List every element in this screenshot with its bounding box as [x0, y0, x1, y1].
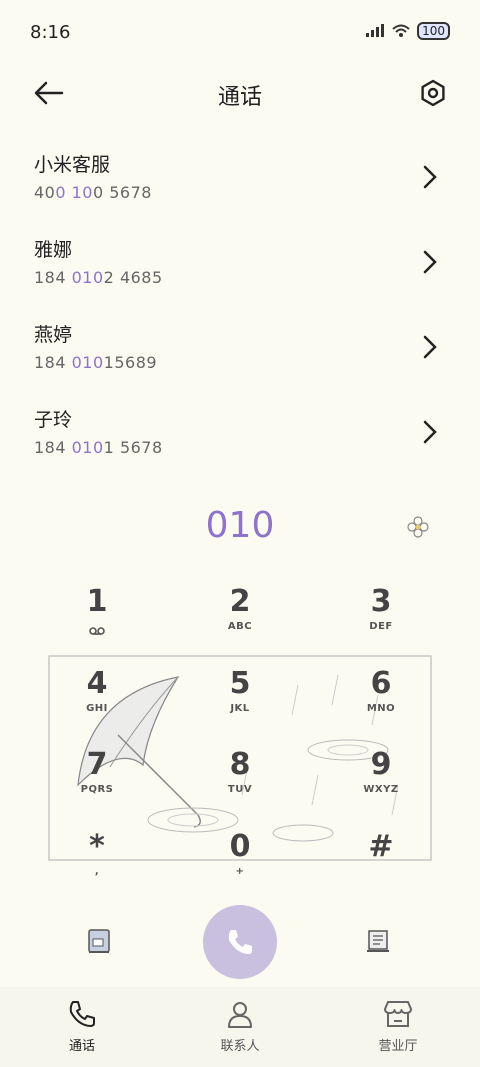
person-icon [228, 1002, 252, 1028]
contact-name: 雅娜 [34, 239, 73, 261]
contact-number: 184 0102 4685 [34, 268, 163, 287]
key-9[interactable]: 9 WXYZ [308, 746, 454, 826]
contact-item[interactable]: 子玲 184 0101 5678 [0, 393, 480, 478]
phone-icon [228, 930, 252, 954]
key-hash[interactable]: # [308, 828, 454, 908]
key-2[interactable]: 2 ABC [167, 583, 313, 663]
chevron-right-icon[interactable] [422, 419, 438, 445]
chevron-right-icon[interactable] [422, 249, 438, 275]
contact-item[interactable]: 燕婷 184 01015689 [0, 308, 480, 393]
settings-icon[interactable] [418, 78, 448, 108]
contact-number: 400 100 5678 [34, 183, 152, 202]
call-button[interactable] [203, 905, 277, 979]
signal-icon [366, 24, 385, 37]
header: 通话 [0, 64, 480, 124]
key-3[interactable]: 3 DEF [308, 583, 454, 663]
battery-indicator: 100 [417, 22, 450, 40]
key-6[interactable]: 6 MNO [308, 665, 454, 745]
bottom-tab-bar: 通话 联系人 营业厅 [0, 987, 480, 1067]
contact-number: 184 0101 5678 [34, 438, 163, 457]
contact-suggestion-list: 小米客服 400 100 5678 雅娜 184 0102 4685 燕婷 18… [0, 138, 480, 478]
store-icon [384, 1001, 412, 1027]
chevron-right-icon[interactable] [422, 334, 438, 360]
contact-item[interactable]: 雅娜 184 0102 4685 [0, 223, 480, 308]
contact-name: 小米客服 [34, 154, 111, 176]
key-7[interactable]: 7 PQRS [24, 746, 170, 826]
contact-item[interactable]: 小米客服 400 100 5678 [0, 138, 480, 223]
key-4[interactable]: 4 GHI [24, 665, 170, 745]
dial-actions [0, 905, 480, 983]
tab-store[interactable]: 营业厅 [343, 999, 453, 1054]
key-8[interactable]: 8 TUV [167, 746, 313, 826]
page-title: 通话 [217, 85, 262, 110]
key-1[interactable]: 1 [24, 583, 170, 663]
tab-calls[interactable]: 通话 [27, 999, 137, 1054]
key-5[interactable]: 5 JKL [167, 665, 313, 745]
chevron-right-icon[interactable] [422, 164, 438, 190]
voicemail-icon [89, 627, 105, 635]
contact-name: 燕婷 [34, 324, 73, 346]
status-time: 8:16 [30, 22, 71, 43]
status-icons: 100 [365, 22, 450, 40]
phone-tab-icon [69, 1001, 95, 1027]
notes-icon[interactable] [364, 927, 392, 955]
dial-keypad: 1 2 ABC 3 DEF 4 GHI 5 JKL 6 MNO 7 PQRS 8… [20, 583, 460, 903]
flower-icon[interactable] [406, 515, 430, 539]
tab-contacts[interactable]: 联系人 [185, 999, 295, 1054]
status-bar: 8:16 100 [0, 0, 480, 64]
contact-name: 子玲 [34, 409, 73, 431]
contact-number: 184 01015689 [34, 353, 158, 372]
wifi-icon [392, 24, 410, 37]
contact-card-icon[interactable] [85, 927, 113, 955]
key-0[interactable]: 0 + [167, 828, 313, 908]
key-star[interactable]: * , [24, 828, 170, 908]
